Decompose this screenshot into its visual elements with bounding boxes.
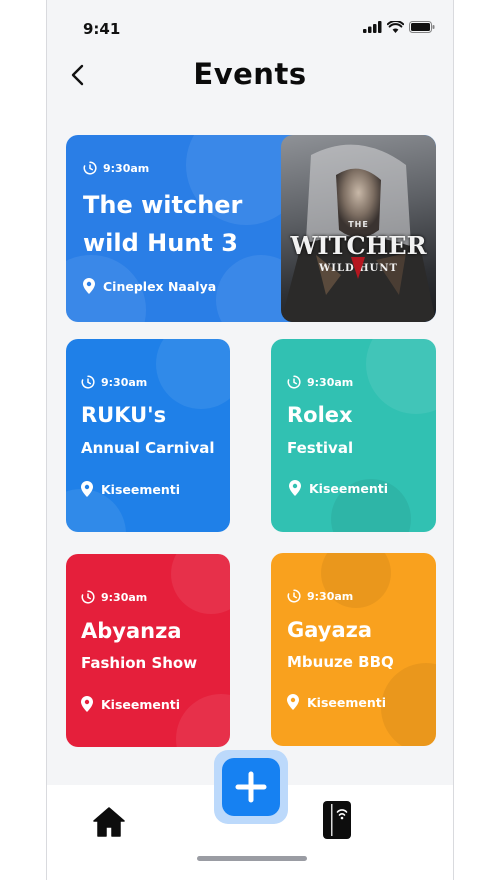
event-time: 9:30am	[287, 375, 353, 389]
location-pin-icon	[81, 696, 93, 712]
location-pin-icon	[287, 694, 299, 710]
location-pin-icon	[83, 278, 95, 294]
page-title: Events	[193, 57, 307, 91]
event-location: Kiseementi	[81, 481, 180, 497]
status-bar: 9:41	[47, 0, 453, 50]
event-time-label: 9:30am	[103, 161, 150, 175]
home-button[interactable]	[93, 806, 125, 838]
device-button[interactable]	[322, 800, 352, 840]
clock-icon	[83, 161, 97, 175]
status-icons	[363, 20, 435, 34]
featured-event-card[interactable]: 9:30am The witcher wild Hunt 3 Cineplex …	[66, 135, 436, 322]
clock-icon	[81, 375, 95, 389]
witcher-logo-small: THE	[348, 220, 369, 229]
event-title: RUKU's	[81, 403, 167, 427]
event-location-label: Kiseementi	[307, 694, 387, 710]
event-subtitle: Annual Carnival	[81, 439, 215, 457]
clock-icon	[287, 589, 301, 603]
featured-event-image: THE WITCHER WILD HUNT	[281, 135, 436, 322]
event-time-label: 9:30am	[307, 375, 354, 389]
battery-icon	[409, 21, 435, 33]
event-location-label: Kiseementi	[101, 481, 181, 497]
location-pin-icon	[289, 480, 301, 496]
witcher-logo: WITCHER	[290, 231, 427, 260]
event-location-label: Kiseementi	[101, 696, 181, 712]
device-icon	[323, 801, 351, 839]
clock-icon	[287, 375, 301, 389]
event-card-gayaza[interactable]: 9:30am Gayaza Mbuuze BBQ Kiseementi	[271, 553, 436, 746]
phone-screen: 9:41 Events 9:30am The witcher wild Hunt…	[46, 0, 454, 880]
event-subtitle: Festival	[287, 439, 354, 457]
event-title-line1: The witcher	[83, 191, 243, 219]
event-title-line2: wild Hunt 3	[83, 229, 238, 257]
event-subtitle: Fashion Show	[81, 654, 198, 672]
add-event-button[interactable]	[222, 758, 280, 816]
plus-icon	[235, 771, 267, 803]
event-subtitle: Mbuuze BBQ	[287, 653, 394, 671]
event-location: Kiseementi	[289, 480, 388, 496]
event-location: Cineplex Naalya	[83, 278, 216, 294]
event-time-label: 9:30am	[101, 375, 148, 389]
event-card-rolex[interactable]: 9:30am Rolex Festival Kiseementi	[271, 339, 436, 532]
event-time: 9:30am	[287, 589, 353, 603]
event-time-label: 9:30am	[307, 589, 354, 603]
header: Events	[47, 55, 453, 103]
location-pin-icon	[81, 481, 93, 497]
status-time: 9:41	[83, 20, 121, 38]
signal-icon	[363, 21, 382, 33]
event-location-label: Kiseementi	[309, 480, 389, 496]
event-time: 9:30am	[81, 590, 147, 604]
event-title: Rolex	[287, 403, 353, 427]
clock-icon	[81, 590, 95, 604]
event-time-label: 9:30am	[101, 590, 148, 604]
event-time: 9:30am	[83, 161, 149, 175]
home-icon	[93, 807, 125, 837]
event-title: The witcher wild Hunt 3	[83, 193, 242, 255]
wifi-icon	[387, 21, 404, 33]
event-location: Kiseementi	[287, 694, 386, 710]
event-title: Gayaza	[287, 618, 373, 642]
home-indicator	[197, 856, 307, 861]
event-card-ruku[interactable]: 9:30am RUKU's Annual Carnival Kiseementi	[66, 339, 230, 532]
event-location-label: Cineplex Naalya	[103, 278, 217, 294]
event-title: Abyanza	[81, 619, 182, 643]
event-location: Kiseementi	[81, 696, 180, 712]
event-time: 9:30am	[81, 375, 147, 389]
event-card-abyanza[interactable]: 9:30am Abyanza Fashion Show Kiseementi	[66, 554, 230, 747]
